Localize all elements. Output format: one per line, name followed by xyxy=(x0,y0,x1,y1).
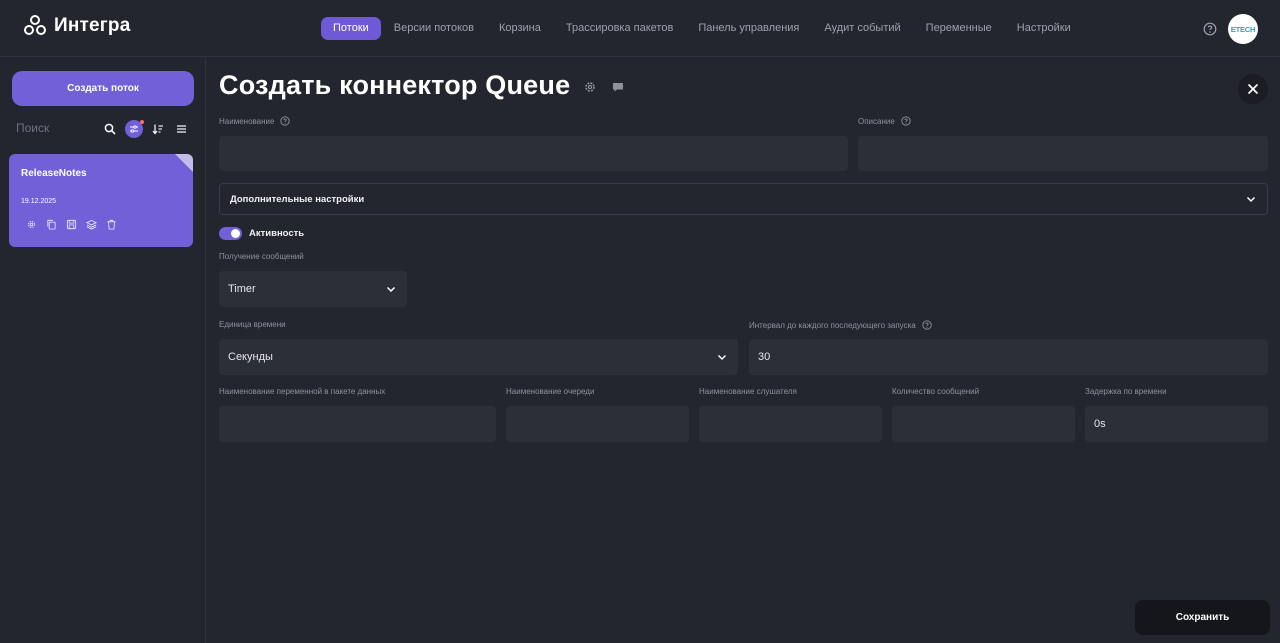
flow-date: 19.12.2025 xyxy=(21,198,57,205)
filter-icon xyxy=(130,125,138,133)
time-delay-label-text: Задержка по времени xyxy=(1085,387,1167,396)
app-name: Интегра xyxy=(54,15,131,36)
flow-card[interactable]: ReleaseNotes 19.12.2025 xyxy=(9,154,193,247)
advanced-settings-accordion[interactable]: Дополнительные настройки xyxy=(219,183,1268,215)
close-button[interactable] xyxy=(1238,74,1268,104)
message-count-input[interactable] xyxy=(892,406,1075,442)
help-icon[interactable] xyxy=(922,320,932,330)
chevron-down-icon xyxy=(717,354,727,360)
gear-icon[interactable] xyxy=(583,80,597,94)
name-label-text: Наименование xyxy=(219,116,275,126)
sort-icon[interactable] xyxy=(149,120,167,138)
create-flow-button[interactable]: Создать поток xyxy=(12,71,194,106)
menu-icon[interactable] xyxy=(172,120,190,138)
comment-icon[interactable] xyxy=(611,80,625,94)
receive-messages-value: Timer xyxy=(228,283,256,295)
chevron-down-icon xyxy=(386,286,396,292)
flow-name: ReleaseNotes xyxy=(21,168,87,179)
nav-flows[interactable]: Потоки xyxy=(321,17,381,40)
message-count-label-text: Количество сообщений xyxy=(892,387,980,396)
nav-flow-versions[interactable]: Версии потоков xyxy=(386,17,482,40)
interval-label: Интервал до каждого последующего запуска xyxy=(749,320,932,330)
trash-icon[interactable] xyxy=(106,219,117,230)
message-count-label: Количество сообщений xyxy=(892,387,979,396)
sidebar: Создать поток Поиск ReleaseNotes 19.12.2… xyxy=(0,58,206,643)
time-unit-select[interactable]: Секунды xyxy=(219,339,738,375)
listener-name-input[interactable] xyxy=(699,406,882,442)
logo-icon xyxy=(24,15,46,35)
interval-label-text: Интервал до каждого последующего запуска xyxy=(749,320,916,330)
nav-variables[interactable]: Переменные xyxy=(918,17,1000,40)
layers-icon[interactable] xyxy=(86,219,97,230)
main-nav: Потоки Версии потоков Корзина Трассировк… xyxy=(321,17,1088,40)
nav-dashboard[interactable]: Панель управления xyxy=(690,17,807,40)
search-input[interactable]: Поиск xyxy=(16,121,49,135)
app-logo[interactable]: Интегра xyxy=(23,14,131,38)
nav-settings[interactable]: Настройки xyxy=(1009,17,1079,40)
time-delay-label: Задержка по времени xyxy=(1085,387,1167,396)
card-actions xyxy=(26,219,126,230)
queue-name-label-text: Наименование очереди xyxy=(506,387,595,396)
filter-active-dot xyxy=(140,120,144,124)
card-corner-marker xyxy=(175,154,193,172)
description-input[interactable] xyxy=(858,136,1268,171)
queue-name-label: Наименование очереди xyxy=(506,387,594,396)
advanced-settings-label: Дополнительные настройки xyxy=(230,193,365,205)
save-button[interactable]: Сохранить xyxy=(1135,600,1270,635)
help-icon[interactable] xyxy=(280,116,291,126)
listener-name-label-text: Наименование слушателя xyxy=(699,387,797,396)
copy-icon[interactable] xyxy=(46,219,57,230)
listener-name-label: Наименование слушателя xyxy=(699,387,797,396)
time-unit-value: Секунды xyxy=(228,351,273,363)
time-unit-label-text: Единица времени xyxy=(219,320,286,329)
top-bar: Интегра Потоки Версии потоков Корзина Тр… xyxy=(0,0,1280,57)
description-label: Описание xyxy=(858,116,911,126)
chevron-down-icon xyxy=(1246,196,1256,202)
activity-toggle[interactable] xyxy=(219,227,242,240)
nav-event-audit[interactable]: Аудит событий xyxy=(816,17,908,40)
variable-name-label: Наименование переменной в пакете данных xyxy=(219,387,385,396)
variable-name-label-text: Наименование переменной в пакете данных xyxy=(219,387,386,396)
receive-messages-label-text: Получение сообщений xyxy=(219,252,304,261)
help-icon[interactable] xyxy=(1203,22,1217,36)
activity-label: Активность xyxy=(249,228,305,239)
gear-icon[interactable] xyxy=(26,219,37,230)
page-title: Создать коннектор Queue xyxy=(219,70,571,100)
nav-packet-trace[interactable]: Трассировка пакетов xyxy=(558,17,681,40)
name-label: Наименование xyxy=(219,116,291,126)
filter-button[interactable] xyxy=(125,120,144,138)
variable-name-input[interactable] xyxy=(219,406,496,442)
receive-messages-label: Получение сообщений xyxy=(219,252,304,261)
time-delay-input[interactable] xyxy=(1085,406,1268,442)
save-icon[interactable] xyxy=(66,219,77,230)
help-icon[interactable] xyxy=(901,116,911,126)
description-label-text: Описание xyxy=(858,116,895,126)
user-avatar[interactable]: ETECH xyxy=(1228,14,1258,44)
name-input[interactable] xyxy=(219,136,848,171)
close-icon xyxy=(1247,83,1259,95)
receive-messages-select[interactable]: Timer xyxy=(219,271,407,307)
nav-trash[interactable]: Корзина xyxy=(491,17,549,40)
queue-name-input[interactable] xyxy=(506,406,689,442)
search-icon[interactable] xyxy=(101,120,119,138)
time-unit-label: Единица времени xyxy=(219,320,286,329)
interval-input[interactable] xyxy=(749,339,1268,375)
